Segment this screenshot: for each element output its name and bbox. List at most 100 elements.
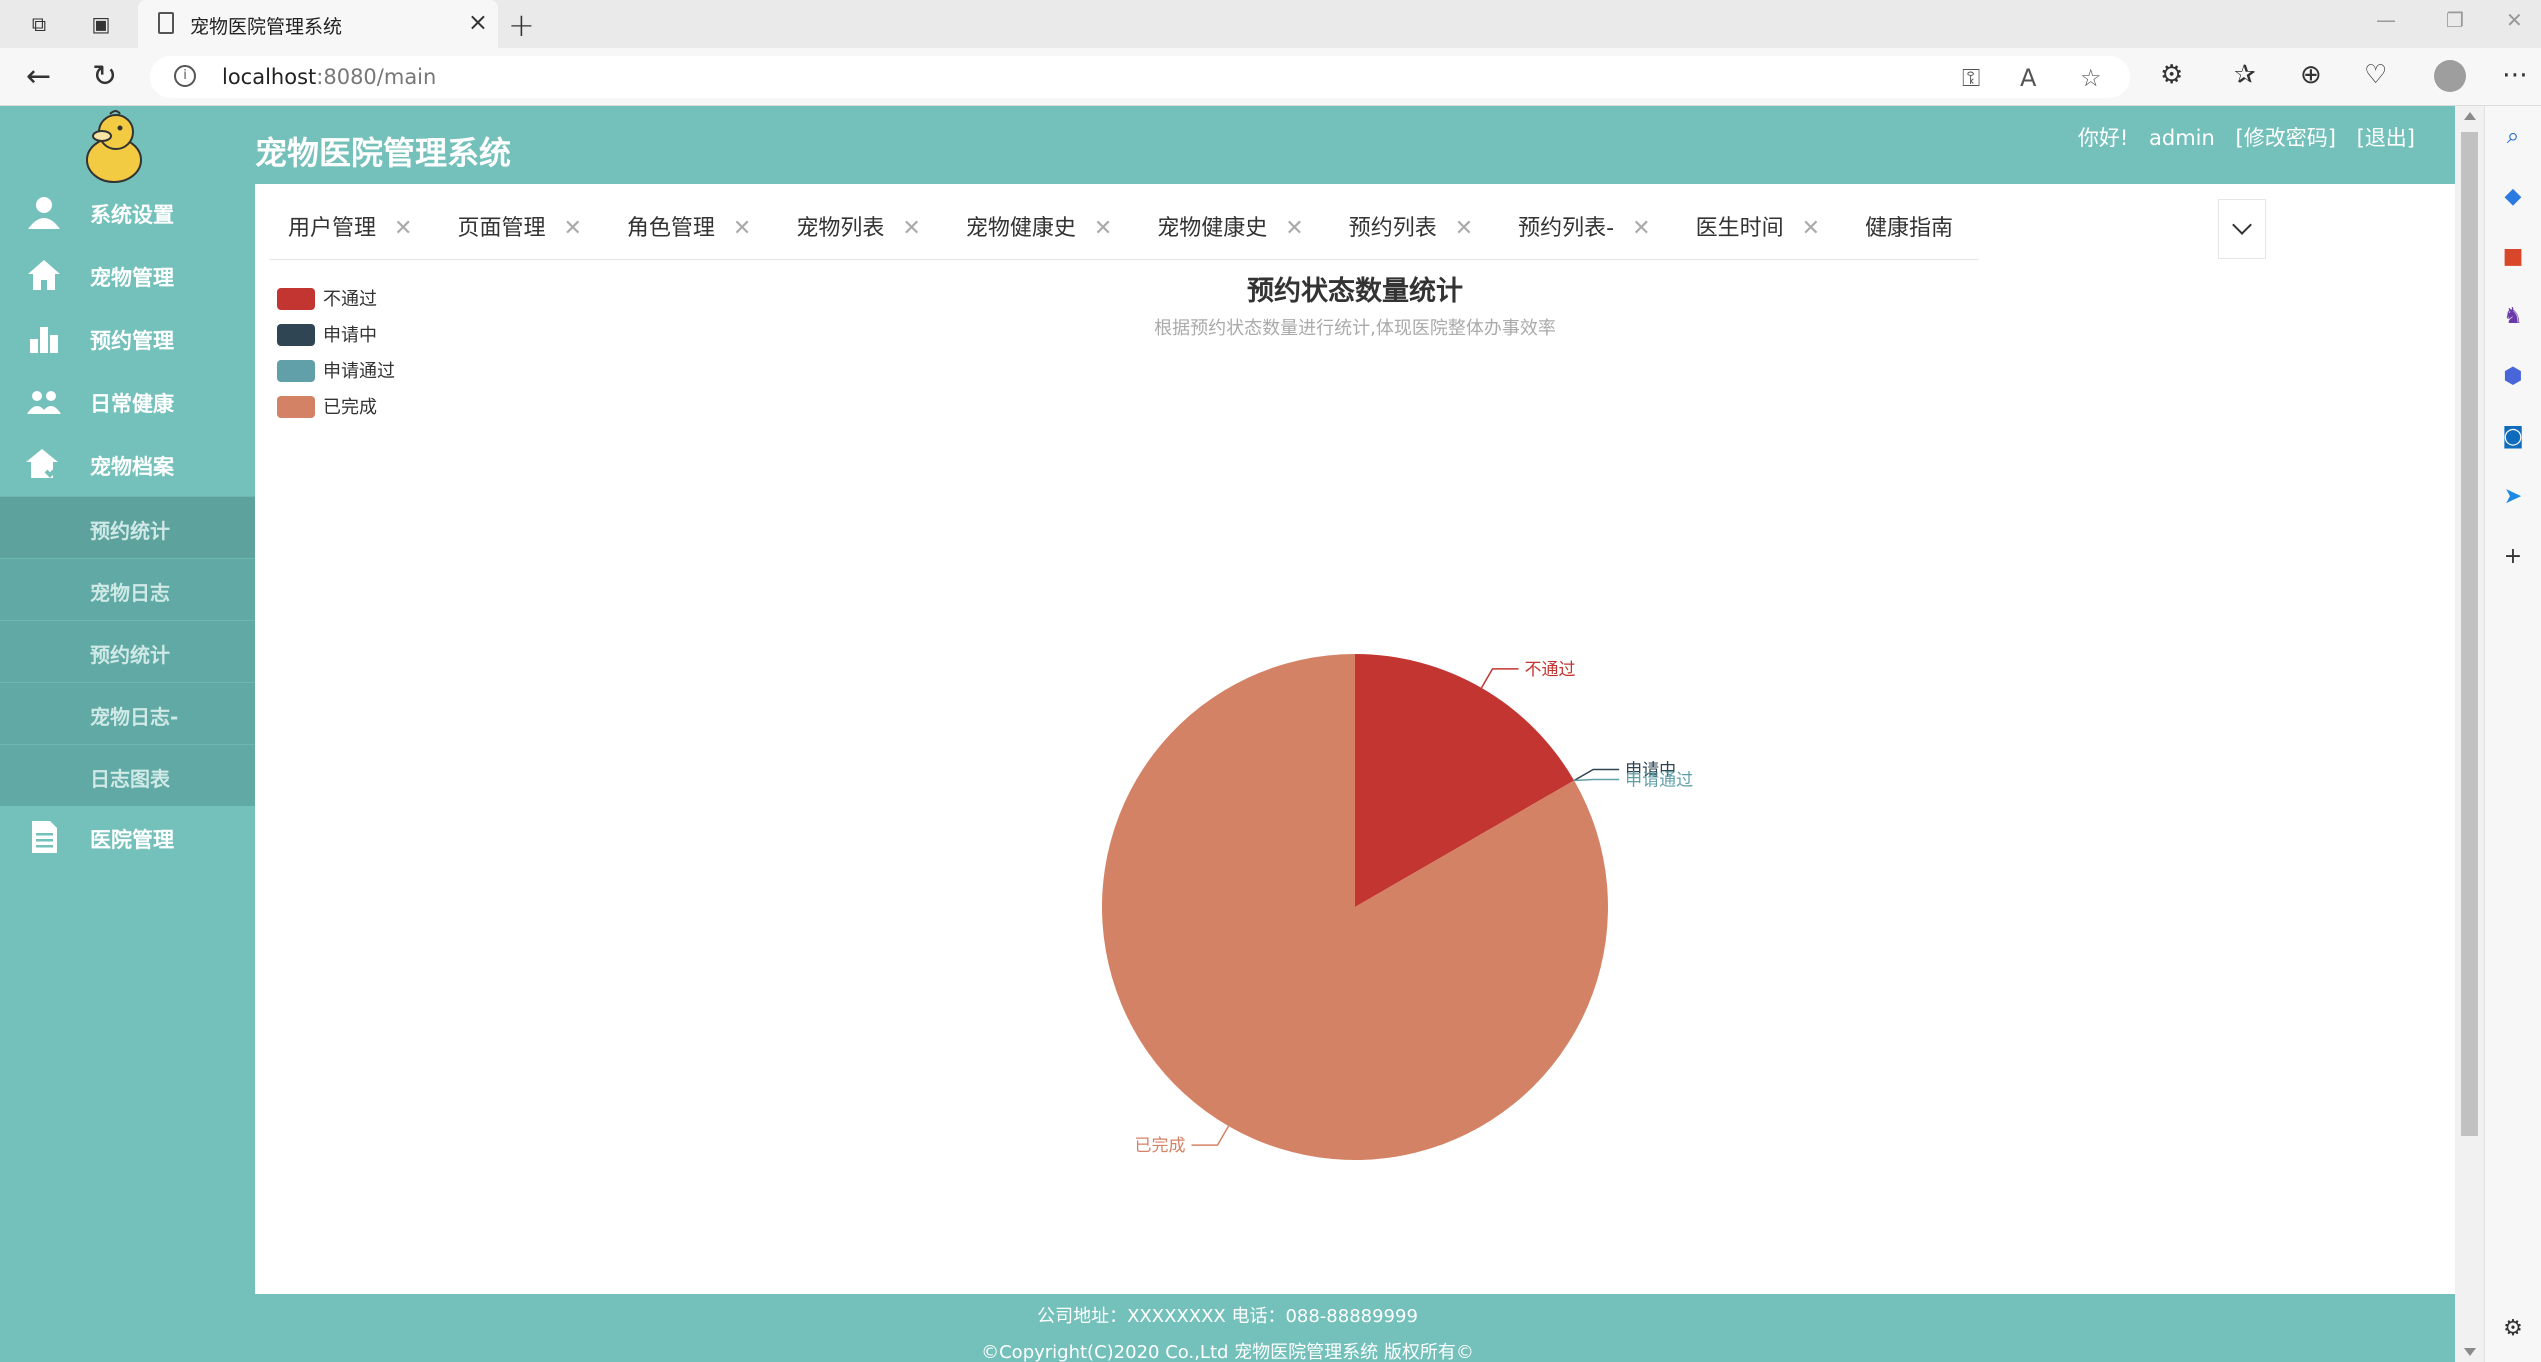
user-bar: 你好! admin [修改密码] [退出] [2064, 122, 2415, 152]
menu-item-pet-management[interactable]: 宠物管理 [0, 244, 255, 307]
menu-item-daily-health[interactable]: 日常健康 [0, 370, 255, 433]
read-aloud-icon[interactable]: A [2020, 64, 2036, 92]
menu-label: 宠物档案 [90, 455, 174, 479]
submenu-item[interactable]: 预约统计 [0, 620, 255, 682]
menu-item-pet-records[interactable]: 宠物档案 [0, 433, 255, 496]
legend-swatch [277, 360, 315, 382]
logout-link[interactable]: [退出] [2357, 126, 2415, 150]
pie-leader-line [1574, 778, 1620, 782]
submenu-label: 预约统计 [90, 643, 170, 667]
legend-label: 不通过 [323, 289, 377, 310]
chart-area: 预约状态数量统计 根据预约状态数量进行统计,体现医院整体办事效率 不通过 申请中 申请通… [255, 270, 2455, 1290]
games-icon[interactable]: ♞ [2500, 304, 2526, 330]
url-field[interactable]: i localhost:8080/main ⚿ A ☆ [150, 56, 2130, 98]
submenu-label: 预约统计 [90, 519, 170, 543]
close-icon[interactable]: ✕ [563, 216, 581, 241]
footer-address: 公司地址：XXXXXXXX 电话：088-88889999 [1037, 1306, 1418, 1327]
page-tab-label: 宠物健康史 [1157, 216, 1268, 241]
page-tab[interactable]: 页面管理 ✕ [438, 200, 607, 258]
user-icon [28, 197, 60, 229]
menu-item-appointment-management[interactable]: 预约管理 [0, 307, 255, 370]
close-icon[interactable]: ✕ [1455, 216, 1473, 241]
close-icon[interactable]: ✕ [902, 216, 920, 241]
sidebar: 系统设置 宠物管理 预约管理 日常健康 宠物档案 预约统计 宠物日志 预约统计 … [0, 181, 255, 869]
scroll-down-icon[interactable] [2464, 1348, 2476, 1356]
profile-avatar-icon[interactable] [2434, 60, 2466, 92]
collections-icon[interactable]: ⊕ [2300, 60, 2322, 90]
submenu-item[interactable]: 宠物日志 [0, 558, 255, 620]
menu-label: 医院管理 [90, 828, 174, 852]
close-icon[interactable]: ✕ [733, 216, 751, 241]
legend-swatch [277, 288, 315, 310]
tools-icon[interactable]: ■ [2500, 244, 2526, 270]
group-icon [27, 391, 61, 414]
close-icon[interactable]: ✕ [1632, 216, 1650, 241]
new-tab-icon[interactable]: + [508, 6, 535, 44]
pie-leader-line [1480, 668, 1519, 689]
close-tab-icon[interactable]: × [468, 8, 488, 36]
favorites-icon[interactable]: ✰ [2234, 60, 2256, 90]
settings-icon[interactable]: ⚙ [2500, 1316, 2526, 1342]
app-title: 宠物医院管理系统 [255, 134, 512, 172]
minimize-icon[interactable]: — [2376, 8, 2396, 32]
pie-slice-label: 已完成 [1135, 1136, 1186, 1156]
page-tab[interactable]: 健康指南 [1846, 200, 1979, 258]
send-icon[interactable]: ➤ [2500, 484, 2526, 510]
edge-sidebar: ⌕ ◆ ■ ♞ ⬢ ◙ ➤ + ⚙ [2484, 106, 2541, 1362]
page-tab[interactable]: 角色管理 ✕ [608, 200, 777, 258]
page-tab-label: 宠物健康史 [965, 216, 1076, 241]
page-scrollbar[interactable] [2455, 106, 2484, 1362]
outlook-icon[interactable]: ◙ [2500, 424, 2526, 450]
scroll-up-icon[interactable] [2464, 112, 2476, 120]
extensions-icon[interactable]: ⚙ [2160, 60, 2183, 90]
submenu-item[interactable]: 宠物日志- [0, 682, 255, 744]
add-icon[interactable]: + [2500, 544, 2526, 570]
page-tab[interactable]: 预约列表- ✕ [1499, 200, 1676, 258]
restore-icon[interactable]: ❐ [2446, 8, 2464, 32]
site-info-icon[interactable]: i [174, 65, 196, 87]
page-tab[interactable]: 医生时间 ✕ [1677, 200, 1846, 258]
menu-label: 系统设置 [90, 203, 174, 227]
close-icon[interactable]: ✕ [1285, 216, 1303, 241]
submenu-item[interactable]: 预约统计 [0, 496, 255, 558]
more-options-icon[interactable]: ⋯ [2502, 60, 2528, 90]
change-password-link[interactable]: [修改密码] [2236, 126, 2336, 150]
browser-tab-title: 宠物医院管理系统 [190, 16, 343, 38]
menu-label: 宠物管理 [90, 266, 174, 290]
tab-actions-icon[interactable]: ▣ [86, 10, 116, 38]
page-tab[interactable]: 用户管理 ✕ [269, 200, 438, 258]
search-icon[interactable]: ⌕ [2500, 124, 2526, 150]
scrollbar-thumb[interactable] [2461, 132, 2478, 1136]
close-window-icon[interactable]: ✕ [2506, 8, 2523, 32]
page-tabs: 用户管理 ✕ 页面管理 ✕ 角色管理 ✕ 宠物列表 ✕ 宠物健康史 ✕ 宠物健康史 ✕ 预约列表 ✕ 预约列… [269, 200, 1980, 260]
close-icon[interactable]: ✕ [1802, 216, 1820, 241]
close-icon[interactable]: ✕ [394, 216, 412, 241]
workspaces-icon[interactable]: ⧉ [24, 10, 54, 38]
page-tab[interactable]: 宠物健康史 ✕ [947, 200, 1138, 258]
username-link[interactable]: admin [2149, 126, 2215, 150]
health-icon[interactable]: ♡ [2364, 60, 2387, 90]
office-icon[interactable]: ⬢ [2500, 364, 2526, 390]
page-icon [158, 12, 174, 34]
refresh-icon[interactable]: ↻ [92, 60, 117, 94]
pie-chart: 预约状态数量统计根据预约状态数量进行统计,体现医院整体办事效率不通过申请中申请通… [277, 275, 1693, 1161]
tabs-dropdown-button[interactable] [2218, 199, 2266, 259]
menu-label: 日常健康 [90, 392, 174, 416]
page-tab[interactable]: 宠物健康史 ✕ [1138, 200, 1329, 258]
chart-subtitle: 根据预约状态数量进行统计,体现医院整体办事效率 [1154, 318, 1556, 339]
favorite-star-icon[interactable]: ☆ [2080, 64, 2102, 92]
page-tab[interactable]: 宠物列表 ✕ [777, 200, 946, 258]
back-icon[interactable]: ← [26, 60, 51, 94]
close-icon[interactable]: ✕ [1094, 216, 1112, 241]
shopping-tag-icon[interactable]: ◆ [2500, 184, 2526, 210]
page-tab[interactable]: 预约列表 ✕ [1330, 200, 1499, 258]
menu-item-hospital-management[interactable]: 医院管理 [0, 806, 255, 869]
submenu-item[interactable]: 日志图表 [0, 744, 255, 806]
menu-item-system-settings[interactable]: 系统设置 [0, 181, 255, 244]
key-icon[interactable]: ⚿ [1962, 64, 1980, 92]
browser-tab[interactable]: 宠物医院管理系统 × [138, 0, 498, 48]
house-check-icon [26, 449, 62, 478]
chevron-down-icon [2232, 215, 2252, 235]
bar-chart-icon [30, 327, 58, 353]
document-icon [32, 821, 57, 853]
